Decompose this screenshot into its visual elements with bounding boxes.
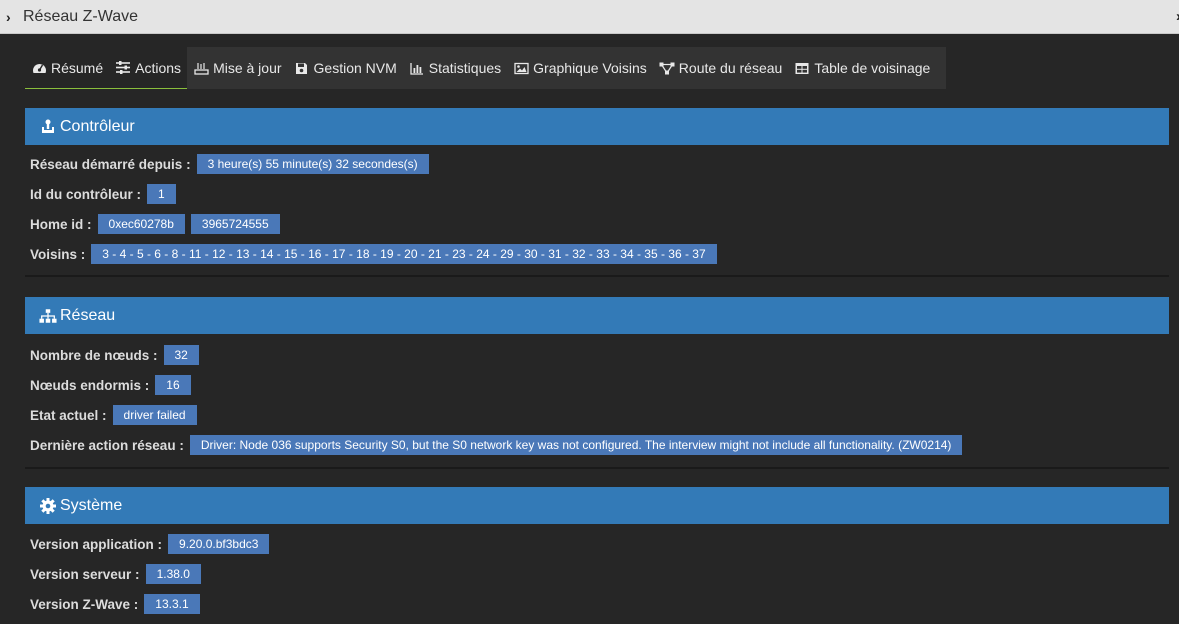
node-count-label: Nombre de nœuds :: [30, 347, 158, 363]
tab-gestion-nvm[interactable]: Gestion NVM: [288, 47, 403, 89]
tab-actions[interactable]: Actions: [109, 47, 188, 89]
node-count-row: Nombre de nœuds : 32: [25, 340, 1169, 370]
window-title: Réseau Z-Wave: [23, 8, 138, 25]
sliders-icon: [115, 61, 131, 75]
tab-label: Résumé: [51, 59, 104, 76]
app-version-row: Version application : 9.20.0.bf3bdc3: [25, 529, 1169, 559]
dashboard-icon: [31, 61, 47, 75]
zwave-version-badge: 13.3.1: [144, 594, 200, 614]
sleeping-nodes-row: Nœuds endormis : 16: [25, 370, 1169, 400]
system-panel-header: Système: [25, 487, 1169, 524]
tab-label: Statistiques: [428, 60, 502, 76]
controller-id-label: Id du contrôleur :: [30, 186, 141, 202]
tab-label: Graphique Voisins: [533, 60, 647, 76]
tab-graphique-voisins[interactable]: Graphique Voisins: [507, 47, 653, 89]
controller-panel-header: Contrôleur: [25, 108, 1169, 145]
controller-panel: Contrôleur Réseau démarré depuis : 3 heu…: [25, 108, 1169, 277]
network-started-badge: 3 heure(s) 55 minute(s) 32 secondes(s): [196, 154, 429, 174]
system-panel-title: Système: [60, 496, 123, 514]
save-icon: [294, 61, 310, 75]
controller-icon: [39, 118, 57, 136]
zwave-version-label: Version Z-Wave :: [30, 596, 139, 612]
tab-label: Table de voisinage: [814, 60, 931, 76]
chevron-right-icon[interactable]: ›: [6, 9, 11, 25]
last-action-row: Dernière action réseau : Driver: Node 03…: [25, 430, 1169, 460]
window-titlebar: › Réseau Z-Wave ›: [0, 0, 1179, 34]
current-state-badge: driver failed: [112, 405, 197, 425]
controller-id-badge: 1: [147, 184, 176, 204]
sitemap-icon: [39, 307, 57, 325]
tab-label: Route du réseau: [678, 60, 783, 76]
sleeping-nodes-badge: 16: [155, 375, 191, 395]
network-panel-title: Réseau: [60, 306, 116, 324]
update-icon: [193, 61, 209, 75]
network-panel-header: Réseau: [25, 297, 1169, 334]
current-state-row: Etat actuel : driver failed: [25, 400, 1169, 430]
tab-label: Actions: [135, 59, 182, 76]
home-id-label: Home id :: [30, 216, 92, 232]
controller-panel-title: Contrôleur: [60, 117, 135, 135]
network-started-row: Réseau démarré depuis : 3 heure(s) 55 mi…: [25, 149, 1169, 179]
home-id-dec-badge: 3965724555: [190, 214, 280, 234]
tab-label: Mise à jour: [213, 60, 282, 76]
controller-id-row: Id du contrôleur : 1: [25, 179, 1169, 209]
last-action-badge: Driver: Node 036 supports Security S0, b…: [189, 435, 963, 455]
tab-label: Gestion NVM: [313, 60, 397, 76]
tab-route-du-reseau[interactable]: Route du réseau: [653, 47, 789, 89]
app-version-label: Version application :: [30, 536, 163, 552]
tab-bar: Résumé Actions Mise à jour Gestion NVM S…: [25, 47, 946, 89]
system-panel: Système Version application : 9.20.0.bf3…: [25, 487, 1169, 619]
node-count-badge: 32: [163, 345, 199, 365]
neighbors-badge: 3 - 4 - 5 - 6 - 8 - 11 - 12 - 13 - 14 - …: [91, 244, 717, 264]
sleeping-nodes-label: Nœuds endormis :: [30, 377, 150, 393]
zwave-version-row: Version Z-Wave : 13.3.1: [25, 589, 1169, 619]
tab-resume[interactable]: Résumé: [25, 47, 110, 89]
server-version-row: Version serveur : 1.38.0: [25, 559, 1169, 589]
app-version-badge: 9.20.0.bf3bdc3: [168, 534, 270, 554]
current-state-label: Etat actuel :: [30, 407, 107, 423]
bar-chart-icon: [409, 61, 425, 75]
network-panel: Réseau Nombre de nœuds : 32 Nœuds endorm…: [25, 297, 1169, 469]
neighbors-label: Voisins :: [30, 246, 86, 262]
server-version-badge: 1.38.0: [145, 564, 201, 584]
tab-table-de-voisinage[interactable]: Table de voisinage: [788, 47, 936, 89]
last-action-label: Dernière action réseau :: [30, 437, 184, 453]
image-icon: [513, 61, 529, 75]
tab-statistiques[interactable]: Statistiques: [403, 47, 507, 89]
table-icon: [794, 61, 810, 75]
server-version-label: Version serveur :: [30, 566, 140, 582]
neighbors-row: Voisins : 3 - 4 - 5 - 6 - 8 - 11 - 12 - …: [25, 239, 1169, 269]
network-route-icon: [659, 61, 675, 75]
home-id-row: Home id : 0xec60278b 3965724555: [25, 209, 1169, 239]
network-started-label: Réseau démarré depuis :: [30, 156, 191, 172]
gear-icon: [39, 497, 57, 515]
tab-mise-a-jour[interactable]: Mise à jour: [187, 47, 287, 89]
home-id-hex-badge: 0xec60278b: [97, 214, 185, 234]
